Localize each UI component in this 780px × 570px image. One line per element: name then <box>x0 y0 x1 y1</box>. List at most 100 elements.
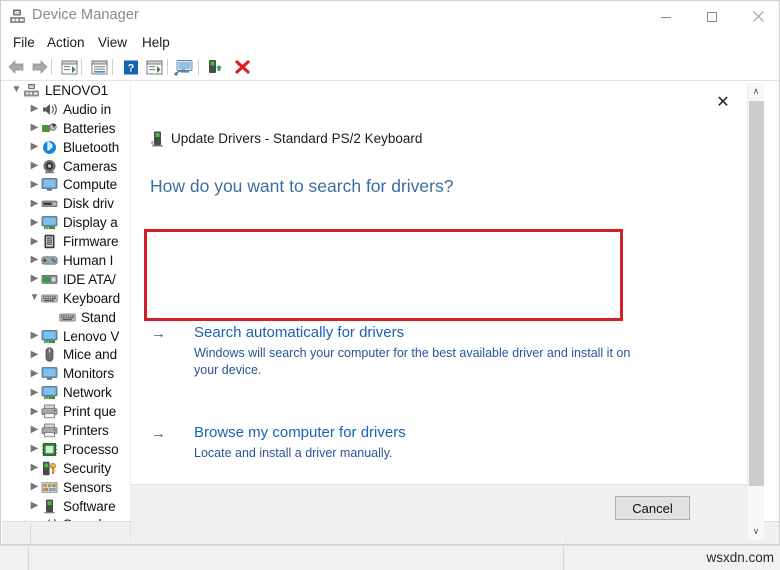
chevron-right-icon[interactable]: ▶ <box>28 407 41 417</box>
scan-for-hardware-changes-icon[interactable] <box>144 57 165 77</box>
chevron-right-icon[interactable]: ▶ <box>28 255 41 265</box>
properties-icon[interactable] <box>89 57 110 77</box>
disk-drive-icon <box>41 196 58 211</box>
tree-label: Display a <box>63 215 118 230</box>
menu-action[interactable]: Action <box>41 34 91 51</box>
tree-label: Compute <box>63 177 117 192</box>
choice-title[interactable]: Search automatically for drivers <box>194 324 404 341</box>
chevron-right-icon[interactable]: ▶ <box>28 237 41 247</box>
chevron-right-icon[interactable]: ▶ <box>28 331 41 341</box>
menu-file[interactable]: File <box>7 34 41 51</box>
chevron-right-icon[interactable]: ▶ <box>28 180 41 190</box>
toolbar-separator <box>51 59 52 75</box>
printer-icon <box>41 404 58 419</box>
tree-label: Lenovo V <box>63 329 119 344</box>
tree-label: Processo <box>63 442 118 457</box>
maximize-button[interactable] <box>689 1 735 32</box>
chevron-right-icon[interactable]: ▶ <box>28 463 41 473</box>
hid-icon <box>41 253 58 268</box>
tree-label: Audio in <box>63 102 111 117</box>
toolbar: ? <box>1 54 780 81</box>
chevron-right-icon[interactable]: ▶ <box>28 199 41 209</box>
chevron-right-icon[interactable]: ▶ <box>28 425 41 435</box>
tree-label: Human I <box>63 253 113 268</box>
window-title: Device Manager <box>32 7 139 23</box>
tree-label: Batteries <box>63 121 115 136</box>
chevron-right-icon[interactable]: ▶ <box>28 350 41 360</box>
monitor-icon <box>41 366 58 381</box>
keyboard-icon <box>59 310 76 325</box>
dialog-scrollbar[interactable]: ∧ ∨ <box>747 83 764 540</box>
chevron-right-icon[interactable]: ▶ <box>28 444 41 454</box>
chevron-right-icon[interactable]: ▶ <box>28 218 41 228</box>
toolbar-separator <box>81 59 82 75</box>
tree-label: Print que <box>63 404 116 419</box>
title-bar: Device Manager <box>1 1 780 32</box>
dialog-close-icon[interactable]: ✕ <box>710 89 736 115</box>
chevron-down-icon[interactable]: ▼ <box>28 293 41 303</box>
chevron-right-icon[interactable]: ▶ <box>28 501 41 511</box>
chevron-right-icon[interactable]: ▶ <box>28 369 41 379</box>
software-device-icon <box>41 499 58 514</box>
minimize-button[interactable] <box>643 1 689 32</box>
chevron-right-icon[interactable]: ▶ <box>28 161 41 171</box>
firmware-icon <box>41 234 58 249</box>
ide-controller-icon <box>41 272 58 287</box>
chevron-right-icon[interactable]: ▶ <box>28 388 41 398</box>
watermark-separator <box>563 547 564 570</box>
menu-help[interactable]: Help <box>136 34 176 51</box>
camera-icon <box>41 159 58 174</box>
arrow-right-icon: → <box>151 426 173 441</box>
speaker-icon <box>41 102 58 117</box>
enable-device-icon[interactable] <box>206 57 227 77</box>
arrow-right-icon: → <box>151 326 173 341</box>
scrollbar-thumb[interactable] <box>749 101 764 486</box>
help-icon[interactable]: ? <box>120 57 141 77</box>
chevron-down-icon[interactable]: ▼ <box>10 85 23 95</box>
mouse-icon <box>41 347 58 362</box>
keyboard-icon <box>41 291 58 306</box>
software-device-icon <box>151 131 164 147</box>
chevron-right-icon[interactable]: ▶ <box>28 123 41 133</box>
toolbar-separator <box>198 59 199 75</box>
tree-label: Software <box>63 499 115 514</box>
tree-label: LENOVO1 <box>45 83 108 98</box>
device-manager-window: Device Manager File Action View Help <box>0 0 780 545</box>
tree-label: Network <box>63 385 112 400</box>
close-button[interactable] <box>735 1 780 32</box>
security-device-icon <box>41 461 58 476</box>
status-separator <box>30 524 31 543</box>
cancel-button[interactable]: Cancel <box>615 496 690 520</box>
update-drivers-dialog: ✕ ← Update Drivers - Standard PS/2 Keybo… <box>131 83 764 540</box>
chevron-right-icon[interactable]: ▶ <box>28 142 41 152</box>
chevron-right-icon[interactable]: ▶ <box>28 104 41 114</box>
device-manager-icon <box>9 8 26 25</box>
battery-icon <box>41 121 58 136</box>
watermark-separator <box>28 547 29 570</box>
chevron-right-icon[interactable]: ▶ <box>28 482 41 492</box>
uninstall-device-icon[interactable] <box>232 57 253 77</box>
show-hide-console-tree-icon[interactable] <box>59 57 80 77</box>
tree-label: Cameras <box>63 159 117 174</box>
tree-label: IDE ATA/ <box>63 272 116 287</box>
chevron-right-icon[interactable]: ▶ <box>28 274 41 284</box>
scroll-up-icon[interactable]: ∧ <box>748 83 764 100</box>
choice-description: Locate and install a driver manually. <box>194 445 649 462</box>
toolbar-separator <box>112 59 113 75</box>
toolbar-separator <box>167 59 168 75</box>
scroll-down-icon[interactable]: ∨ <box>748 523 764 540</box>
bluetooth-icon <box>41 140 58 155</box>
back-icon[interactable] <box>6 57 27 77</box>
forward-icon[interactable] <box>29 57 50 77</box>
menu-view[interactable]: View <box>92 34 133 51</box>
choice-title[interactable]: Browse my computer for drivers <box>194 424 406 441</box>
dialog-title: Update Drivers - Standard PS/2 Keyboard <box>171 131 422 146</box>
dialog-footer: Cancel <box>131 484 764 540</box>
display-adapter-icon <box>41 215 58 230</box>
svg-text:?: ? <box>127 62 134 74</box>
tree-label: Security <box>63 461 111 476</box>
dialog-heading: How do you want to search for drivers? <box>150 176 453 197</box>
tree-label: Bluetooth <box>63 140 119 155</box>
monitor-icon <box>41 177 58 192</box>
update-driver-icon[interactable] <box>174 57 195 77</box>
